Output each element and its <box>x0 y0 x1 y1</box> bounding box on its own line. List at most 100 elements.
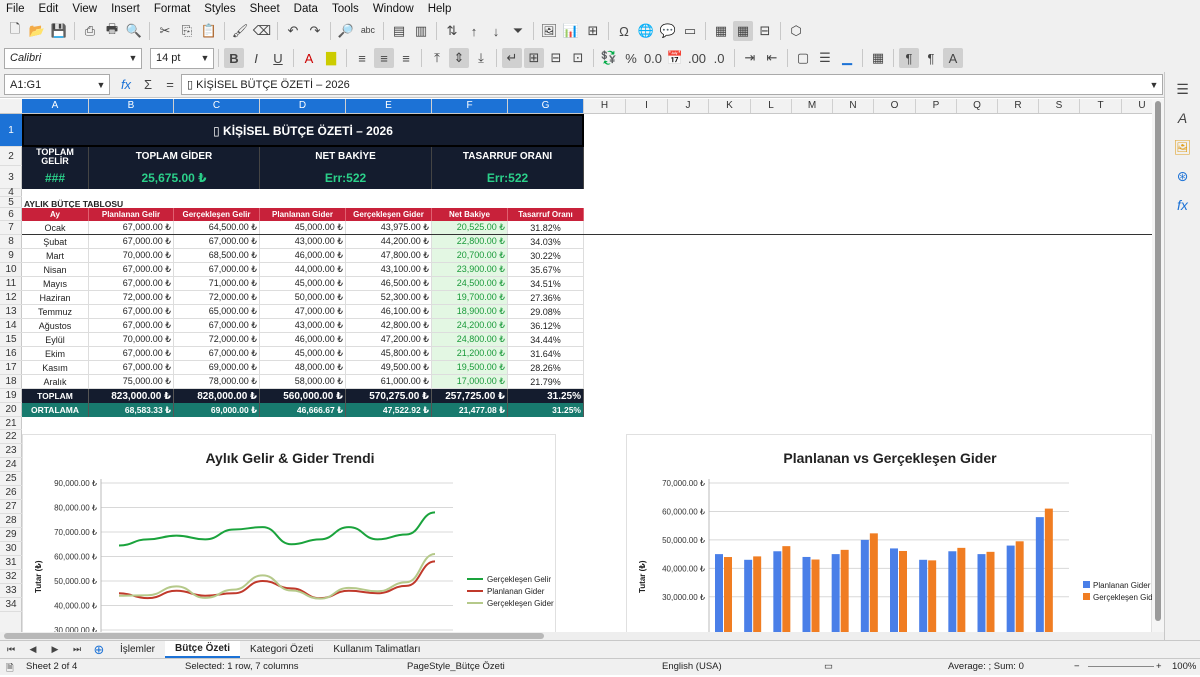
table-cell[interactable]: 70,000.00 ₺ <box>89 333 174 347</box>
row-header-21[interactable]: 21 <box>0 417 22 430</box>
add-sheet-icon[interactable]: ⊕ <box>89 640 109 660</box>
chevron-down-icon[interactable]: ▼ <box>125 49 141 68</box>
total-cell[interactable]: 31.25% <box>508 389 584 403</box>
row-header-34[interactable]: 34 <box>0 598 22 612</box>
average-cell[interactable]: 31.25% <box>508 403 584 417</box>
summary-value-1[interactable]: 25,675.00 ₺ <box>89 166 260 189</box>
table-cell[interactable]: 47,000.00 ₺ <box>260 305 346 319</box>
table-cell[interactable]: 20,700.00 ₺ <box>432 249 508 263</box>
table-cell[interactable]: 67,000.00 ₺ <box>89 221 174 235</box>
table-cell[interactable]: 27.36% <box>508 291 584 305</box>
row-header-26[interactable]: 26 <box>0 486 22 500</box>
border-color-icon[interactable]: ▁ <box>837 48 857 68</box>
formula-equals-icon[interactable]: = <box>160 75 180 95</box>
bar[interactable] <box>840 549 849 632</box>
align-center-icon[interactable]: ≡ <box>374 48 394 68</box>
total-cell[interactable]: 828,000.00 ₺ <box>174 389 260 403</box>
table-cell[interactable]: 64,500.00 ₺ <box>174 221 260 235</box>
bar[interactable] <box>802 556 811 632</box>
chevron-down-icon[interactable]: ▼ <box>93 75 109 94</box>
last-sheet-icon[interactable]: ⏭ <box>67 640 87 660</box>
text-right-to-left-icon[interactable]: ¶ <box>921 48 941 68</box>
column-header-s[interactable]: S <box>1039 99 1080 113</box>
redo-icon[interactable]: ↷ <box>305 21 325 41</box>
horizontal-scrollbar[interactable] <box>0 632 1164 640</box>
print-preview-icon[interactable]: 🔍 <box>124 21 144 41</box>
table-cell[interactable]: Nisan <box>22 263 89 277</box>
menu-data[interactable]: Data <box>294 3 318 15</box>
increase-indent-icon[interactable]: ⇥ <box>740 48 760 68</box>
table-cell[interactable]: 68,500.00 ₺ <box>174 249 260 263</box>
table-cell[interactable]: 71,000.00 ₺ <box>174 277 260 291</box>
table-cell[interactable]: 21,200.00 ₺ <box>432 347 508 361</box>
summary-label-1[interactable]: TOPLAM GİDER <box>89 147 260 166</box>
delete-decimal-icon[interactable]: .0 <box>709 48 729 68</box>
table-cell[interactable]: 75,000.00 ₺ <box>89 375 174 389</box>
navigator-icon[interactable]: ⊛ <box>1172 165 1194 187</box>
table-cell[interactable]: Şubat <box>22 235 89 249</box>
row-header-16[interactable]: 16 <box>0 347 22 361</box>
row-header-30[interactable]: 30 <box>0 542 22 556</box>
bar[interactable] <box>715 554 723 632</box>
table-cell[interactable]: 67,000.00 ₺ <box>89 361 174 375</box>
row-header-24[interactable]: 24 <box>0 458 22 472</box>
align-top-icon[interactable]: ⤒ <box>427 48 447 68</box>
column-header-b[interactable]: B <box>89 99 174 113</box>
total-cell[interactable]: 823,000.00 ₺ <box>89 389 174 403</box>
vertical-text-icon[interactable]: A <box>943 48 963 68</box>
menu-file[interactable]: File <box>6 3 25 15</box>
table-cell[interactable]: 72,000.00 ₺ <box>174 333 260 347</box>
row-header-31[interactable]: 31 <box>0 556 22 570</box>
function-wizard-icon[interactable]: fx <box>116 75 136 95</box>
show-draw-functions-icon[interactable]: ⬡ <box>786 21 806 41</box>
column-header-t[interactable]: T <box>1080 99 1122 113</box>
copy-icon[interactable]: ⎘ <box>177 21 197 41</box>
table-cell[interactable]: 67,000.00 ₺ <box>89 347 174 361</box>
column-header-q[interactable]: Q <box>957 99 998 113</box>
bar[interactable] <box>753 556 762 632</box>
column-header-r[interactable]: R <box>998 99 1039 113</box>
bar[interactable] <box>986 551 995 632</box>
table-cell[interactable]: 47,800.00 ₺ <box>346 249 432 263</box>
row-header-28[interactable]: 28 <box>0 514 22 528</box>
sheet-tab-0[interactable]: İşlemler <box>110 641 165 658</box>
underline-icon[interactable]: U <box>268 48 288 68</box>
table-header-0[interactable]: Ay <box>22 208 89 221</box>
table-cell[interactable]: 58,000.00 ₺ <box>260 375 346 389</box>
table-cell[interactable]: 43,975.00 ₺ <box>346 221 432 235</box>
column-header-a[interactable]: A <box>22 99 89 113</box>
sheet-tab-3[interactable]: Kullanım Talimatları <box>323 641 430 658</box>
open-folder-icon[interactable]: 📂 <box>27 21 47 41</box>
define-print-area-icon[interactable]: ▦ <box>711 21 731 41</box>
table-cell[interactable]: Ocak <box>22 221 89 235</box>
selection-mode-icon[interactable]: ▭ <box>824 661 833 672</box>
row-header-14[interactable]: 14 <box>0 319 22 333</box>
bar[interactable] <box>1035 517 1044 632</box>
add-decimal-icon[interactable]: .00 <box>687 48 707 68</box>
bar[interactable] <box>928 560 937 632</box>
currency-format-icon[interactable]: 💱 <box>599 48 619 68</box>
bar[interactable] <box>919 559 928 632</box>
table-cell[interactable]: 36.12% <box>508 319 584 333</box>
table-cell[interactable]: 19,700.00 ₺ <box>432 291 508 305</box>
row-icon[interactable]: ▤ <box>389 21 409 41</box>
bar[interactable] <box>899 550 907 632</box>
menu-styles[interactable]: Styles <box>204 3 235 15</box>
bar[interactable] <box>869 533 878 632</box>
decrease-indent-icon[interactable]: ⇤ <box>762 48 782 68</box>
row-header-3[interactable]: 3 <box>0 166 22 189</box>
column-header-k[interactable]: K <box>709 99 751 113</box>
clear-format-icon[interactable]: ⌫ <box>252 21 272 41</box>
row-header-8[interactable]: 8 <box>0 235 22 249</box>
split-window-icon[interactable]: ⊟ <box>755 21 775 41</box>
vertical-scrollbar[interactable] <box>1152 99 1164 632</box>
column-header-g[interactable]: G <box>508 99 584 113</box>
table-cell[interactable]: 43,000.00 ₺ <box>260 319 346 333</box>
unmerge-cells-icon[interactable]: ⊡ <box>568 48 588 68</box>
row-header-11[interactable]: 11 <box>0 277 22 291</box>
borders-icon[interactable]: ▢ <box>793 48 813 68</box>
row-header-17[interactable]: 17 <box>0 361 22 375</box>
bar[interactable] <box>948 551 957 632</box>
average-cell[interactable]: ORTALAMA <box>22 403 89 417</box>
highlight-color-icon[interactable]: ▇ <box>321 48 341 68</box>
